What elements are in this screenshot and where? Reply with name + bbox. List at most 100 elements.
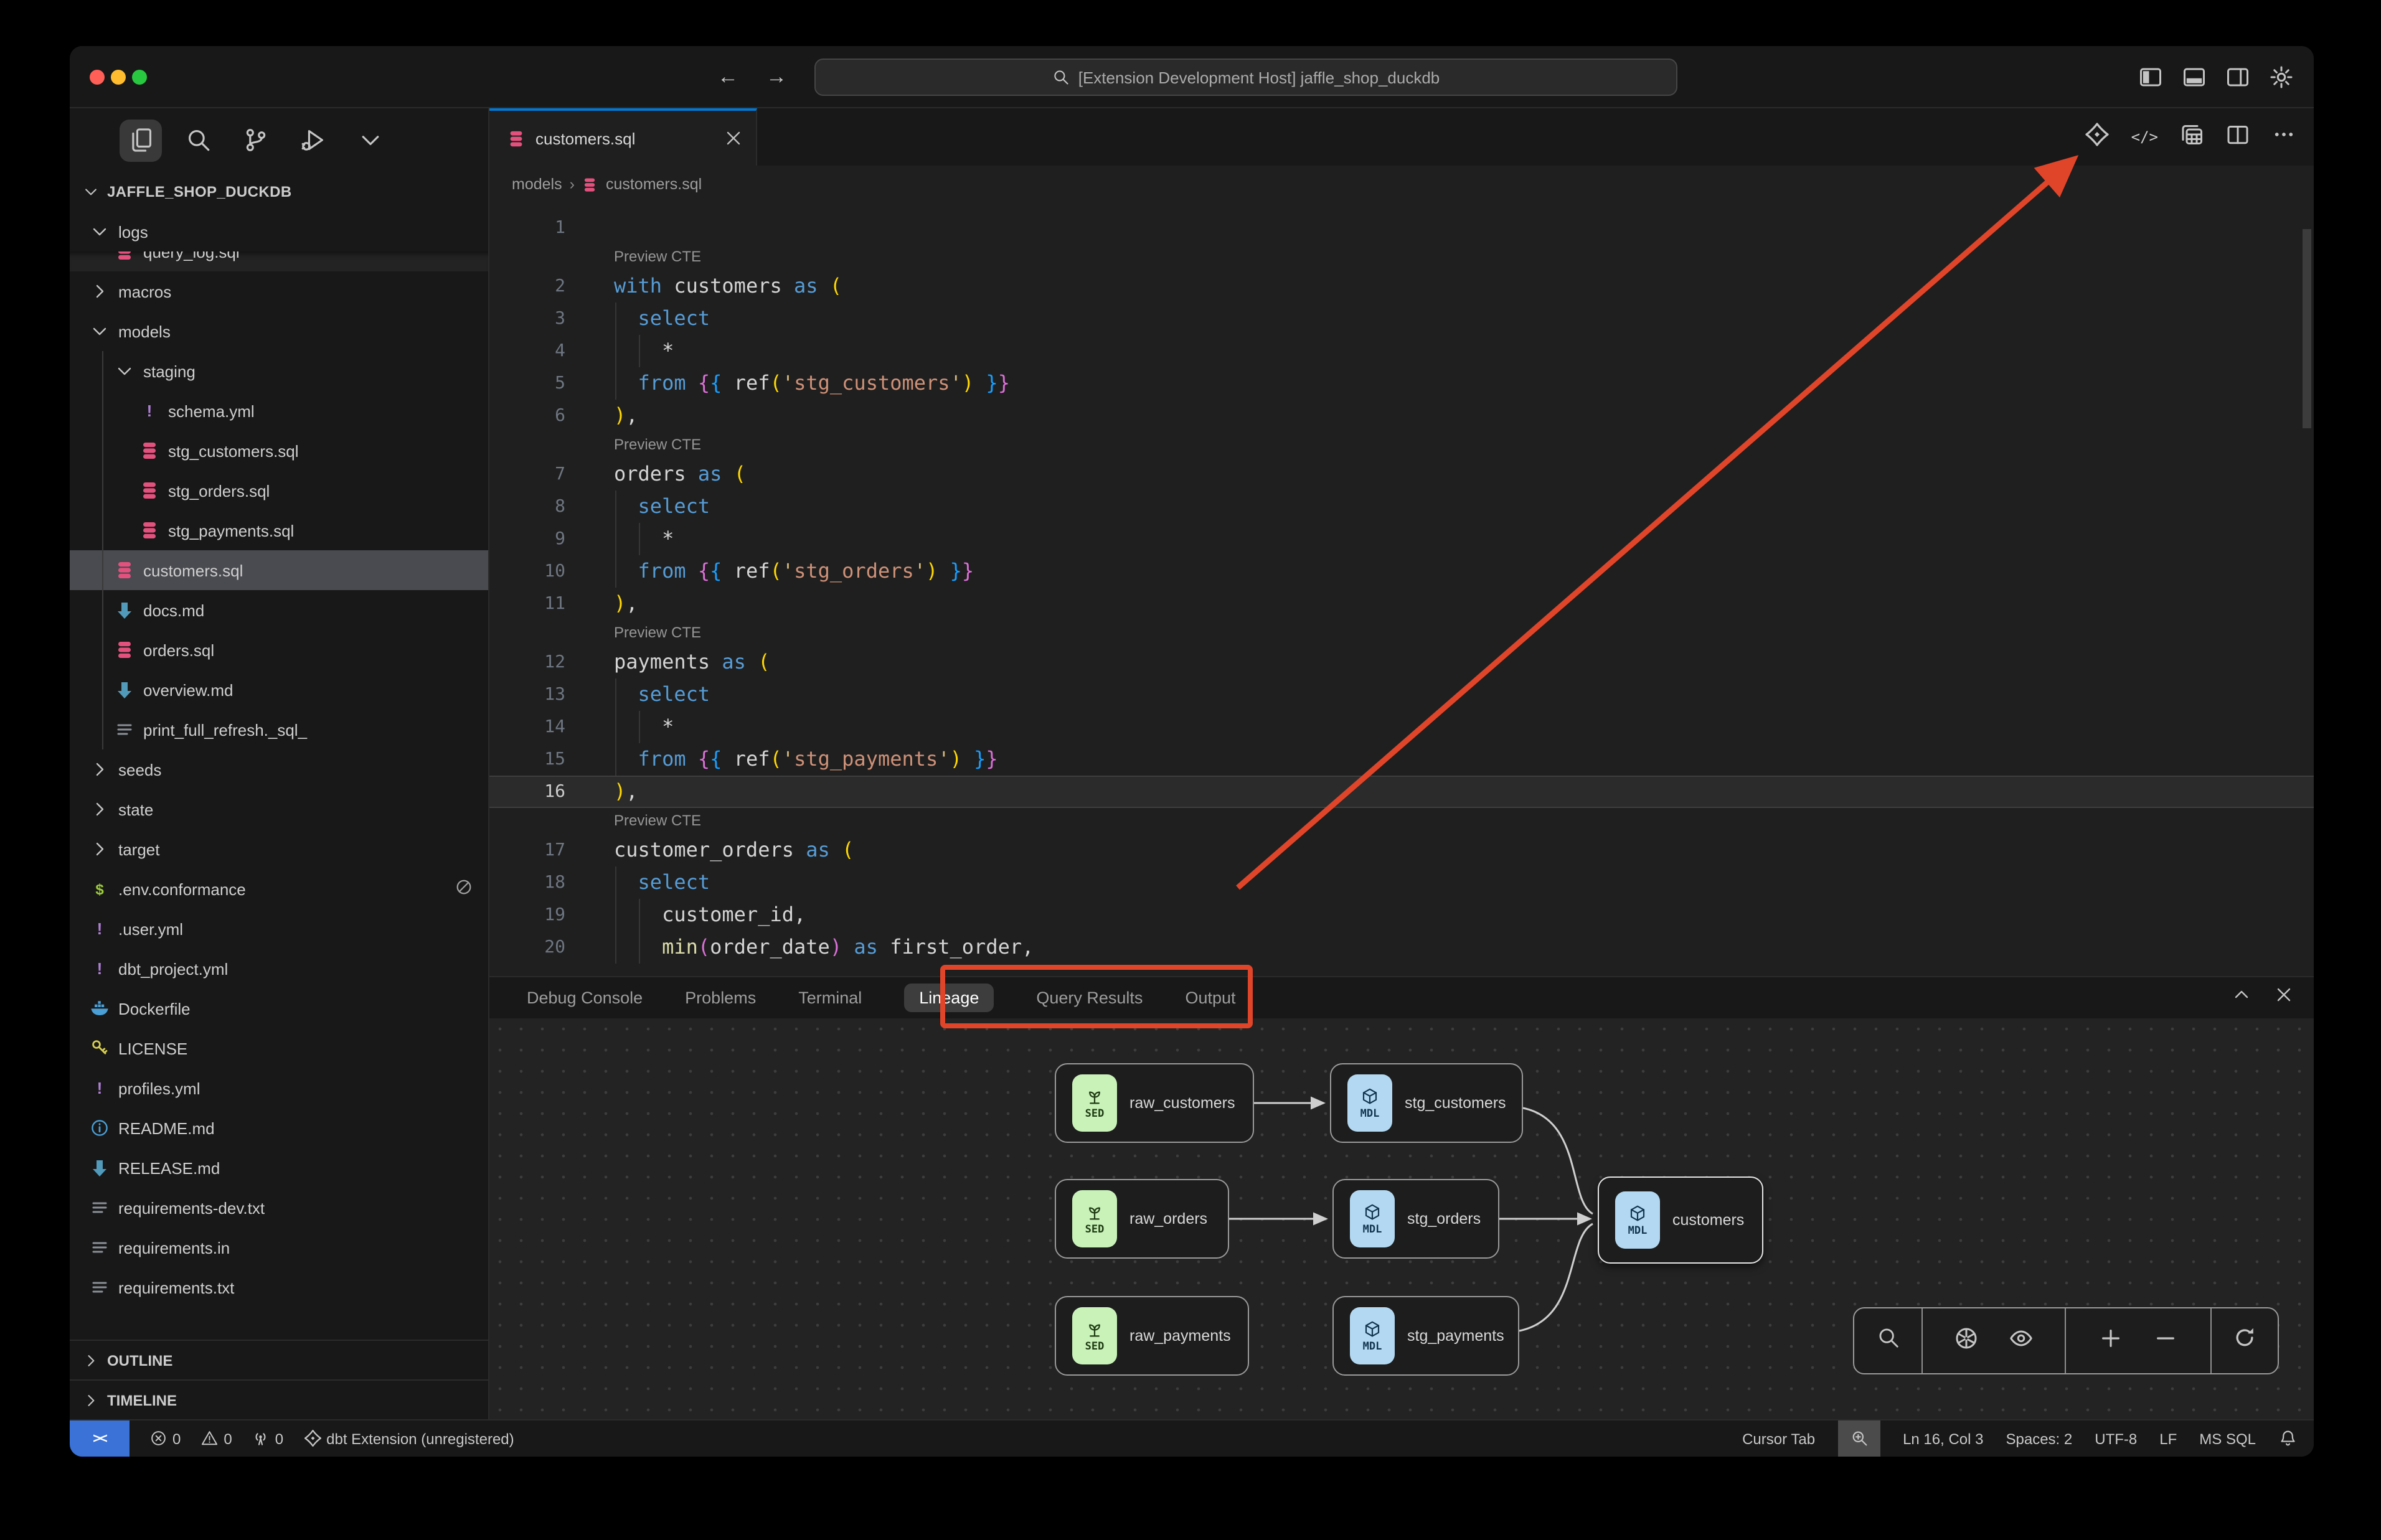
more-button[interactable] xyxy=(2271,121,2296,153)
activity-debug[interactable] xyxy=(291,119,334,161)
activity-chevron-down[interactable] xyxy=(349,119,391,161)
tree-item-logs[interactable]: logs xyxy=(70,212,488,251)
code-line-5[interactable]: 5 from {{ ref('stg_customers') }} xyxy=(489,367,2314,400)
lineage-eye-button[interactable] xyxy=(2009,1325,2034,1356)
panel-tab-lineage[interactable]: Lineage xyxy=(904,984,994,1012)
tree-item-state[interactable]: state xyxy=(70,789,488,829)
tree-item-seeds[interactable]: seeds xyxy=(70,749,488,789)
lineage-node-stg_orders[interactable]: MDLstg_orders xyxy=(1332,1179,1499,1259)
editor-scrollbar[interactable] xyxy=(2303,229,2311,428)
tree-item-profiles-yml[interactable]: !profiles.yml xyxy=(70,1068,488,1108)
layout-sidebar-left-icon[interactable] xyxy=(2138,65,2163,90)
tree-item-stg-customers-sql[interactable]: stg_customers.sql xyxy=(70,431,488,471)
tree-item-overview-md[interactable]: overview.md xyxy=(70,670,488,710)
status-utf-8[interactable]: UTF-8 xyxy=(2095,1420,2137,1457)
status-error[interactable]: 0 xyxy=(149,1420,181,1457)
tree-item-release-md[interactable]: RELEASE.md xyxy=(70,1148,488,1188)
activity-search[interactable] xyxy=(177,119,219,161)
panel-tab-terminal[interactable]: Terminal xyxy=(798,988,862,1007)
tree-item-docs-md[interactable]: docs.md xyxy=(70,590,488,630)
tree-item-requirements-dev-txt[interactable]: requirements-dev.txt xyxy=(70,1188,488,1228)
query-results-table-button[interactable] xyxy=(2179,121,2204,153)
panel-close-button[interactable] xyxy=(2274,985,2294,1011)
code-line-10[interactable]: 10 from {{ ref('stg_orders') }} xyxy=(489,555,2314,588)
code-line-2[interactable]: 2with customers as ( xyxy=(489,270,2314,303)
close-tab-icon[interactable] xyxy=(724,128,743,148)
code-line-20[interactable]: 20 min(order_date) as first_order, xyxy=(489,931,2314,964)
command-center-search[interactable]: [Extension Development Host] jaffle_shop… xyxy=(814,59,1677,96)
tree-item-readme-md[interactable]: README.md xyxy=(70,1108,488,1148)
close-window-button[interactable] xyxy=(90,70,105,85)
code-line-17[interactable]: 17customer_orders as ( xyxy=(489,834,2314,866)
tree-item-staging[interactable]: staging xyxy=(70,351,488,391)
status-broadcast[interactable]: 0 xyxy=(252,1420,283,1457)
lineage-refresh-button[interactable] xyxy=(2233,1326,2256,1356)
minimize-window-button[interactable] xyxy=(111,70,126,85)
tree-item--user-yml[interactable]: !.user.yml xyxy=(70,909,488,949)
code-line-18[interactable]: 18 select xyxy=(489,866,2314,899)
code-line-1[interactable]: 1 xyxy=(489,212,2314,244)
panel-tab-output[interactable]: Output xyxy=(1185,988,1235,1007)
lineage-zoom-out-button[interactable] xyxy=(2155,1326,2177,1355)
tree-item-stg-payments-sql[interactable]: stg_payments.sql xyxy=(70,510,488,550)
tree-item-models[interactable]: models xyxy=(70,311,488,351)
back-button[interactable]: ← xyxy=(717,65,738,90)
code-line-4[interactable]: 4 * xyxy=(489,335,2314,367)
section-timeline[interactable]: TIMELINE xyxy=(70,1379,488,1419)
lineage-node-stg_payments[interactable]: MDLstg_payments xyxy=(1332,1296,1519,1376)
panel-tab-debug-console[interactable]: Debug Console xyxy=(527,988,643,1007)
lineage-search-button[interactable] xyxy=(1876,1326,1900,1356)
codelens-preview-cte[interactable]: Preview CTE xyxy=(489,620,2314,646)
tree-item-requirements-txt[interactable]: requirements.txt xyxy=(70,1267,488,1307)
codelens-preview-cte[interactable]: Preview CTE xyxy=(489,244,2314,270)
tree-item-requirements-in[interactable]: requirements.in xyxy=(70,1228,488,1267)
gear-icon[interactable] xyxy=(2269,65,2294,90)
code-line-13[interactable]: 13 select xyxy=(489,678,2314,711)
tree-item-schema-yml[interactable]: !schema.yml xyxy=(70,391,488,431)
zoom-window-button[interactable] xyxy=(132,70,147,85)
status-zoom-in[interactable] xyxy=(1837,1420,1880,1457)
codelens-preview-cte[interactable]: Preview CTE xyxy=(489,432,2314,458)
code-line-19[interactable]: 19 customer_id, xyxy=(489,899,2314,931)
tab-customers-sql[interactable]: customers.sql xyxy=(489,108,757,166)
code-line-12[interactable]: 12payments as ( xyxy=(489,646,2314,678)
status-bell[interactable] xyxy=(2278,1420,2296,1457)
panel-chevron-up-button[interactable] xyxy=(2232,985,2251,1011)
code-line-15[interactable]: 15 from {{ ref('stg_payments') }} xyxy=(489,743,2314,776)
tree-item-customers-sql[interactable]: customers.sql xyxy=(70,550,488,590)
tree-item--env-conformance[interactable]: $.env.conformance xyxy=(70,869,488,909)
dbt-button[interactable] xyxy=(2085,121,2110,153)
explorer-root-header[interactable]: JAFFLE_SHOP_DUCKDB xyxy=(70,172,488,212)
tree-item-license[interactable]: LICENSE xyxy=(70,1028,488,1068)
tree-item-dockerfile[interactable]: Dockerfile xyxy=(70,988,488,1028)
status-cursor-tab[interactable]: Cursor Tab xyxy=(1742,1420,1815,1457)
status-dbt[interactable]: dbt Extension (unregistered) xyxy=(303,1420,514,1457)
lineage-graph[interactable]: SEDraw_customersMDLstg_customersSEDraw_o… xyxy=(489,1018,2314,1419)
tree-item-query-log-sql[interactable]: query_log.sql xyxy=(70,251,488,271)
code-editor[interactable]: 1Preview CTE2with customers as (3 select… xyxy=(489,203,2314,976)
split-editor-button[interactable] xyxy=(2225,121,2250,153)
code-line-7[interactable]: 7orders as ( xyxy=(489,458,2314,491)
lineage-aperture-button[interactable] xyxy=(1953,1325,1978,1356)
lineage-node-stg_customers[interactable]: MDLstg_customers xyxy=(1330,1063,1523,1143)
tree-item-stg-orders-sql[interactable]: stg_orders.sql xyxy=(70,471,488,510)
lineage-node-raw_orders[interactable]: SEDraw_orders xyxy=(1055,1179,1229,1259)
layout-sidebar-right-icon[interactable] xyxy=(2225,65,2250,90)
status-lf[interactable]: LF xyxy=(2159,1420,2177,1457)
layout-panel-icon[interactable] xyxy=(2182,65,2207,90)
code-line-11[interactable]: 11), xyxy=(489,588,2314,620)
code-line-6[interactable]: 6), xyxy=(489,400,2314,432)
lineage-node-raw_payments[interactable]: SEDraw_payments xyxy=(1055,1296,1249,1376)
tree-item-target[interactable]: target xyxy=(70,829,488,869)
lineage-node-customers[interactable]: MDLcustomers xyxy=(1598,1176,1763,1264)
section-outline[interactable]: OUTLINE xyxy=(70,1340,488,1379)
panel-tab-problems[interactable]: Problems xyxy=(685,988,756,1007)
tree-item-orders-sql[interactable]: orders.sql xyxy=(70,630,488,670)
code-line-9[interactable]: 9 * xyxy=(489,523,2314,555)
status-ms-sql[interactable]: MS SQL xyxy=(2199,1420,2256,1457)
code-line-14[interactable]: 14 * xyxy=(489,711,2314,743)
code-line-16[interactable]: 16), xyxy=(489,776,2314,808)
breadcrumb-file[interactable]: customers.sql xyxy=(606,176,702,193)
activity-files[interactable] xyxy=(120,119,162,161)
tree-item-dbt-project-yml[interactable]: !dbt_project.yml xyxy=(70,949,488,988)
